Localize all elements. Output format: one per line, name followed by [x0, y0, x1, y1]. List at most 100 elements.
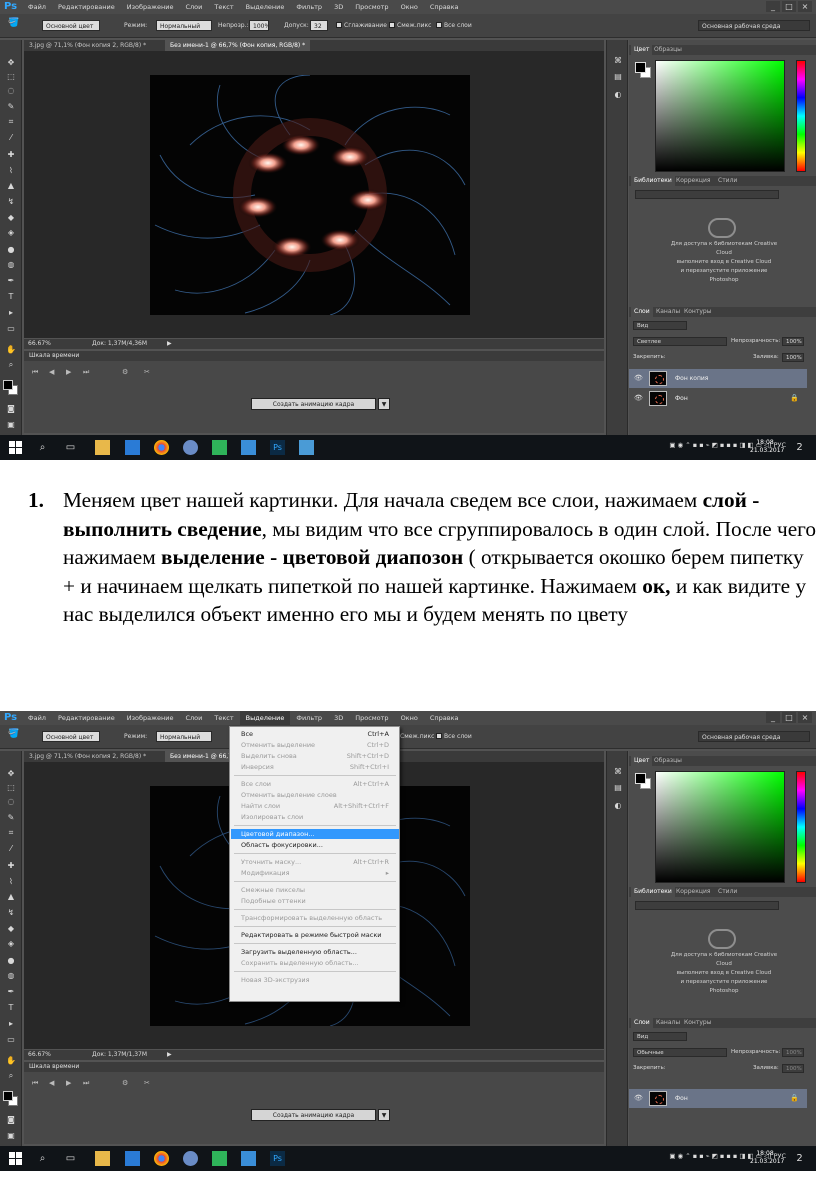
shape-tool-icon[interactable]: ▭	[5, 1035, 17, 1044]
hue-slider[interactable]	[796, 771, 806, 883]
eye-icon[interactable]: 👁	[634, 1089, 643, 1108]
menu-item-all[interactable]: Все Ctrl+A	[231, 729, 399, 739]
quick-mask-icon[interactable]: ◙	[5, 1115, 17, 1124]
tab-libraries[interactable]: Библиотеки	[631, 887, 675, 897]
menu-filter[interactable]: Фильтр	[290, 0, 328, 14]
eraser-tool-icon[interactable]: ◆	[5, 213, 17, 222]
chevron-down-icon[interactable]: ▼	[378, 398, 390, 410]
screen-mode-icon[interactable]: ▣	[5, 420, 17, 429]
workspace-select[interactable]: Основная рабочая среда	[698, 20, 810, 31]
zoom-tool-icon[interactable]: ⌕	[5, 1071, 17, 1080]
brush-tool-icon[interactable]: ⌇	[5, 166, 17, 175]
blend-mode-select[interactable]: Нормальный	[156, 20, 212, 31]
browser-icon[interactable]	[183, 1151, 198, 1166]
crop-tool-icon[interactable]: ⌗	[5, 828, 17, 837]
menu-help[interactable]: Справка	[424, 0, 465, 14]
menu-view[interactable]: Просмотр	[349, 711, 394, 725]
tab-layers[interactable]: Слои	[631, 1018, 653, 1028]
history-panel-icon[interactable]: ⌘	[612, 56, 624, 65]
hue-slider[interactable]	[796, 60, 806, 172]
create-frame-animation-button[interactable]: Создать анимацию кадра	[251, 1109, 376, 1121]
status-arrow-icon[interactable]: ▶	[167, 1050, 172, 1060]
eyedropper-tool-icon[interactable]: ⁄	[5, 133, 17, 142]
menu-edit[interactable]: Редактирование	[52, 711, 121, 725]
eye-icon[interactable]: 👁	[634, 389, 643, 408]
menu-window[interactable]: Окно	[395, 0, 424, 14]
chrome-icon[interactable]	[154, 1151, 169, 1166]
first-frame-icon[interactable]: ⏮	[32, 1079, 38, 1088]
foreground-swatch[interactable]	[635, 773, 646, 784]
maximize-button[interactable]: □	[782, 1, 796, 12]
split-icon[interactable]: ✂	[144, 1079, 150, 1087]
path-select-icon[interactable]: ▸	[5, 308, 17, 317]
menu-item-save-selection[interactable]: Сохранить выделенную область...	[231, 958, 399, 968]
tab-channels[interactable]: Каналы	[653, 307, 683, 317]
clock[interactable]: 18:08 21.03.2017	[750, 439, 784, 455]
blend-mode-select[interactable]: Обычные	[633, 1048, 727, 1057]
tab-layers[interactable]: Слои	[631, 307, 653, 317]
search-icon[interactable]: ⌕	[36, 1152, 49, 1165]
eraser-tool-icon[interactable]: ◆	[5, 924, 17, 933]
menu-window[interactable]: Окно	[395, 711, 424, 725]
menu-item-inverse[interactable]: Инверсия Shift+Ctrl+I	[231, 762, 399, 772]
menu-help[interactable]: Справка	[424, 711, 465, 725]
menu-item-isolate-layers[interactable]: Изолировать слои	[231, 812, 399, 822]
all-layers-checkbox[interactable]: Все слои	[436, 731, 472, 742]
type-tool-icon[interactable]: T	[5, 1003, 17, 1012]
history-brush-icon[interactable]: ↯	[5, 197, 17, 206]
stamp-tool-icon[interactable]: ▲	[5, 892, 17, 901]
canvas-image[interactable]	[150, 75, 470, 315]
shape-tool-icon[interactable]: ▭	[5, 324, 17, 333]
opacity-input[interactable]: 100%	[782, 337, 804, 346]
file-explorer-icon[interactable]	[95, 1151, 110, 1166]
paint-bucket-icon[interactable]: 🪣	[8, 729, 19, 740]
foreground-color-swatch[interactable]	[3, 380, 13, 390]
prev-frame-icon[interactable]: ◀	[49, 368, 54, 376]
menu-select[interactable]: Выделение	[240, 0, 291, 14]
first-frame-icon[interactable]: ⏮	[32, 368, 38, 377]
adjust-panel-icon[interactable]: ◐	[612, 801, 624, 810]
minimize-button[interactable]: _	[766, 712, 780, 723]
task-view-icon[interactable]: ▭	[64, 1152, 77, 1165]
lasso-tool-icon[interactable]: ◌	[5, 797, 17, 806]
app-icon[interactable]	[241, 440, 256, 455]
minimize-button[interactable]: _	[766, 1, 780, 12]
marquee-tool-icon[interactable]: ⬚	[5, 783, 17, 792]
brush-tool-icon[interactable]: ⌇	[5, 877, 17, 886]
history-brush-icon[interactable]: ↯	[5, 908, 17, 917]
menu-item-grow[interactable]: Смежные пикселы	[231, 885, 399, 895]
menu-layers[interactable]: Слои	[179, 711, 208, 725]
search-icon[interactable]: ⌕	[36, 441, 49, 454]
menu-item-reselect[interactable]: Выделить снова Shift+Ctrl+D	[231, 751, 399, 761]
healing-tool-icon[interactable]: ✚	[5, 861, 17, 870]
menu-file[interactable]: Файл	[22, 711, 52, 725]
tab-color[interactable]: Цвет	[631, 756, 653, 766]
pen-tool-icon[interactable]: ✒	[5, 276, 17, 285]
healing-tool-icon[interactable]: ✚	[5, 150, 17, 159]
next-frame-icon[interactable]: ⏭	[83, 1079, 89, 1088]
tolerance-input[interactable]: 32	[310, 20, 328, 31]
windows-start-icon[interactable]	[9, 441, 22, 454]
menu-3d[interactable]: 3D	[328, 711, 349, 725]
foreground-swatch[interactable]	[635, 62, 646, 73]
dodge-tool-icon[interactable]: ◍	[5, 971, 17, 980]
tab-swatches[interactable]: Образцы	[651, 756, 685, 766]
store-icon[interactable]	[125, 440, 140, 455]
contiguous-checkbox[interactable]: Смеж.пикс	[389, 20, 431, 31]
app-icon[interactable]	[241, 1151, 256, 1166]
zoom-tool-icon[interactable]: ⌕	[5, 360, 17, 369]
properties-panel-icon[interactable]: ▤	[612, 72, 624, 81]
library-select[interactable]	[635, 190, 779, 199]
dodge-tool-icon[interactable]: ◍	[5, 260, 17, 269]
library-select[interactable]	[635, 901, 779, 910]
play-icon[interactable]: ▶	[66, 1079, 71, 1087]
history-panel-icon[interactable]: ⌘	[612, 767, 624, 776]
paint-bucket-tool-icon[interactable]: ◈	[5, 939, 17, 948]
properties-panel-icon[interactable]: ▤	[612, 783, 624, 792]
menu-view[interactable]: Просмотр	[349, 0, 394, 14]
app-icon[interactable]	[212, 1151, 227, 1166]
path-select-icon[interactable]: ▸	[5, 1019, 17, 1028]
paint-bucket-icon[interactable]: 🪣	[8, 18, 19, 29]
blend-mode-select[interactable]: Светлее	[633, 337, 727, 346]
type-tool-icon[interactable]: T	[5, 292, 17, 301]
